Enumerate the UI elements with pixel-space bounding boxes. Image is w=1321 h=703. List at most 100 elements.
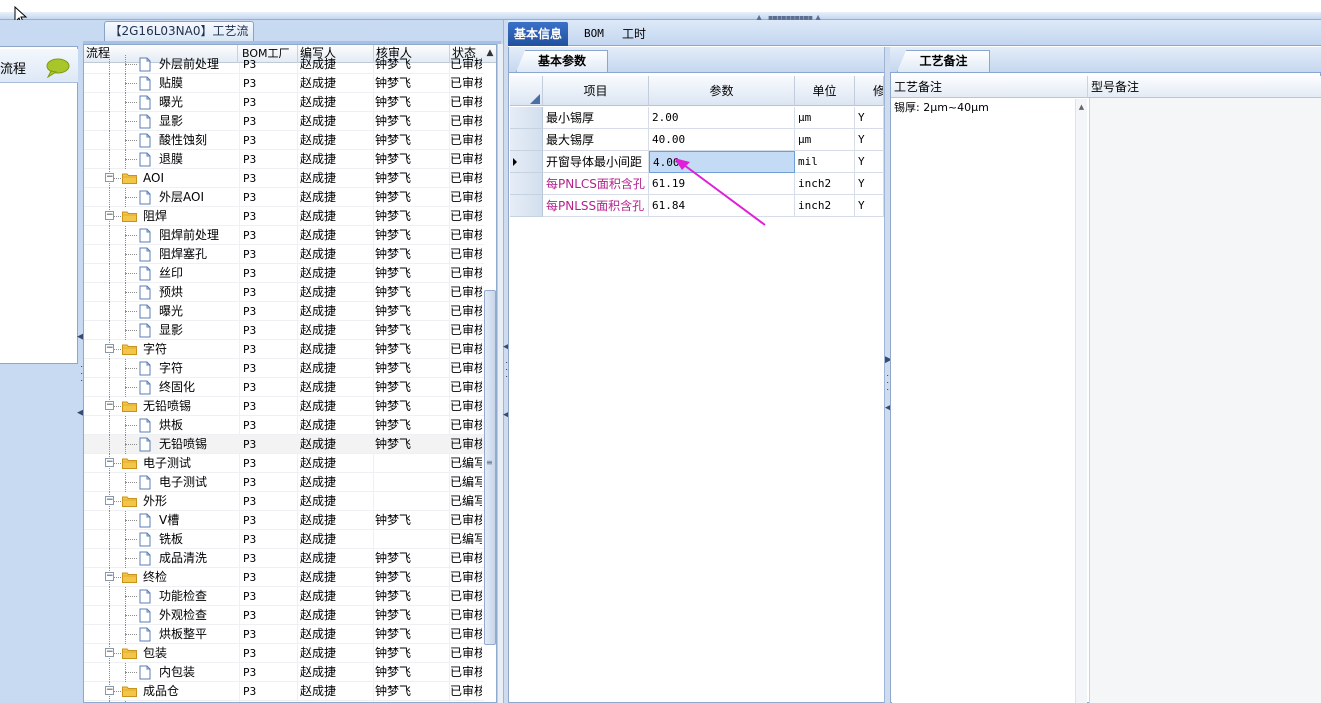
tree-row[interactable]: − 无铅喷锡 P3 赵成捷 钟梦飞 已审核 <box>84 397 484 416</box>
tree-node-label[interactable]: 外观检查 <box>159 606 207 625</box>
tree-node-label[interactable]: 包装 <box>143 644 167 663</box>
tree-node[interactable]: 外层前处理 <box>84 55 238 74</box>
row-indicator[interactable] <box>510 173 543 195</box>
tree-node-label[interactable]: 阻焊前处理 <box>159 226 219 245</box>
param-row[interactable]: 最大锡厚 40.00 μm Y <box>510 129 884 151</box>
tree-node-label[interactable]: 阻焊塞孔 <box>159 245 207 264</box>
tree-node[interactable]: 预烘 <box>84 283 238 302</box>
tree-node-label[interactable]: 电子测试 <box>159 473 207 492</box>
collapse-toggle-icon[interactable]: − <box>105 496 114 505</box>
tree-node-label[interactable]: 无铅喷锡 <box>159 435 207 454</box>
tree-row[interactable]: 铣板 P3 赵成捷 已编写 <box>84 530 484 549</box>
tree-node-label[interactable]: 字符 <box>159 359 183 378</box>
tree-scroll-thumb[interactable]: ≡ <box>484 290 496 645</box>
param-value-cell[interactable]: 40.00 <box>649 129 795 151</box>
collapse-toggle-icon[interactable]: − <box>105 344 114 353</box>
tree-node-label[interactable]: 曝光 <box>159 93 183 112</box>
row-indicator[interactable] <box>510 107 543 129</box>
tree-node-label[interactable]: 终固化 <box>159 378 195 397</box>
tree-row[interactable]: 外层AOI P3 赵成捷 钟梦飞 已审核 <box>84 188 484 207</box>
tab-basic-info[interactable]: 基本信息 <box>508 22 569 46</box>
tree-node-label[interactable]: 外层AOI <box>159 188 204 207</box>
tree-node[interactable]: 阻焊前处理 <box>84 226 238 245</box>
tree-node-label[interactable]: 无铅喷锡 <box>143 397 191 416</box>
tree-node[interactable]: 退膜 <box>84 150 238 169</box>
tree-row[interactable]: − 外形 P3 赵成捷 已编写 <box>84 492 484 511</box>
tree-row[interactable]: 阻焊塞孔 P3 赵成捷 钟梦飞 已审核 <box>84 245 484 264</box>
tree-node-label[interactable]: 预烘 <box>159 283 183 302</box>
collapse-toggle-icon[interactable]: − <box>105 211 114 220</box>
tree-node-label[interactable]: 终检 <box>143 568 167 587</box>
tree-node[interactable]: 显影 <box>84 112 238 131</box>
tree-node-label[interactable]: 显影 <box>159 321 183 340</box>
collapse-toggle-icon[interactable]: − <box>105 173 114 182</box>
tree-row[interactable]: V槽 P3 赵成捷 钟梦飞 已审核 <box>84 511 484 530</box>
tab-bom[interactable]: BOM <box>578 22 610 46</box>
left-nav-flow-label[interactable]: 流程 <box>0 58 26 77</box>
tree-node-label[interactable]: AOI <box>143 169 164 188</box>
tree-row[interactable]: − 包装 P3 赵成捷 钟梦飞 已审核 <box>84 644 484 663</box>
tree-row[interactable]: 烘板 P3 赵成捷 钟梦飞 已审核 <box>84 416 484 435</box>
tree-node-label[interactable]: 外层前处理 <box>159 55 219 74</box>
process-note-scrollbar[interactable]: ▲ <box>1075 99 1087 703</box>
tree-node-label[interactable]: 烘板整平 <box>159 625 207 644</box>
tree-node-label[interactable]: 退膜 <box>159 150 183 169</box>
collapse-toggle-icon[interactable]: − <box>105 572 114 581</box>
param-row[interactable]: 最小锡厚 2.00 μm Y <box>510 107 884 129</box>
process-note-textarea[interactable] <box>892 98 1087 703</box>
tree-row[interactable]: 功能检查 P3 赵成捷 钟梦飞 已审核 <box>84 587 484 606</box>
tree-row[interactable]: 烘板整平 P3 赵成捷 钟梦飞 已审核 <box>84 625 484 644</box>
tree-node-label[interactable]: 电子测试 <box>143 454 191 473</box>
tree-node[interactable]: 贴膜 <box>84 74 238 93</box>
tab-work-hours[interactable]: 工时 <box>616 22 652 46</box>
tree-row[interactable]: 丝印 P3 赵成捷 钟梦飞 已审核 <box>84 264 484 283</box>
tree-node-label[interactable]: V槽 <box>159 511 179 530</box>
tree-node-label[interactable]: 字符 <box>143 340 167 359</box>
tree-row[interactable]: 外观检查 P3 赵成捷 钟梦飞 已审核 <box>84 606 484 625</box>
tree-node[interactable]: 功能检查 <box>84 587 238 606</box>
column-header-item[interactable]: 项目 <box>543 76 649 106</box>
tree-node-label[interactable]: 曝光 <box>159 302 183 321</box>
tree-node-label[interactable]: 阻焊 <box>143 207 167 226</box>
tree-node[interactable]: 阻焊塞孔 <box>84 245 238 264</box>
tree-node-label[interactable]: 外形 <box>143 492 167 511</box>
speech-bubble-icon[interactable] <box>44 58 70 78</box>
tree-node[interactable]: 丝印 <box>84 264 238 283</box>
top-splitter-bar[interactable]: ▲ ▪▪▪▪▪▪▪▪▪▪ ▲ <box>0 12 1321 22</box>
row-indicator[interactable] <box>510 195 543 217</box>
tab-process-notes[interactable]: 工艺备注 <box>897 50 990 72</box>
tree-row[interactable]: 显影 P3 赵成捷 钟梦飞 已审核 <box>84 112 484 131</box>
scroll-up-arrow-icon[interactable]: ▲ <box>485 48 495 58</box>
tree-node[interactable]: 烘板 <box>84 416 238 435</box>
tree-node[interactable]: − 终检 <box>84 568 238 587</box>
tree-node[interactable]: 烘板整平 <box>84 625 238 644</box>
tree-node[interactable]: 曝光 <box>84 302 238 321</box>
tree-row[interactable]: − 阻焊 P3 赵成捷 钟梦飞 已审核 <box>84 207 484 226</box>
tree-row[interactable]: 酸性蚀刻 P3 赵成捷 钟梦飞 已审核 <box>84 131 484 150</box>
tree-node[interactable]: 无铅喷锡 <box>84 435 238 454</box>
tree-node[interactable]: 成品清洗 <box>84 549 238 568</box>
tree-row[interactable]: 终固化 P3 赵成捷 钟梦飞 已审核 <box>84 378 484 397</box>
column-header-unit[interactable]: 单位 <box>795 76 855 106</box>
tree-node-label[interactable]: 功能检查 <box>159 587 207 606</box>
collapse-toggle-icon[interactable]: − <box>105 458 114 467</box>
tree-node[interactable]: − 无铅喷锡 <box>84 397 238 416</box>
scroll-up-arrow-icon[interactable]: ▲ <box>1076 103 1087 111</box>
tree-node[interactable]: 显影 <box>84 321 238 340</box>
tree-row[interactable]: 无铅喷锡 P3 赵成捷 钟梦飞 已审核 <box>84 435 484 454</box>
collapse-toggle-icon[interactable]: − <box>105 401 114 410</box>
tree-node-label[interactable]: 成品仓 <box>143 682 179 701</box>
tree-row[interactable]: − 字符 P3 赵成捷 钟梦飞 已审核 <box>84 340 484 359</box>
process-note-text[interactable]: 锡厚: 2μm~40μm <box>894 99 989 115</box>
row-header-corner[interactable] <box>510 76 543 106</box>
param-value-cell[interactable]: 2.00 <box>649 107 795 129</box>
tree-node[interactable]: − 包装 <box>84 644 238 663</box>
tree-node-label[interactable]: 显影 <box>159 112 183 131</box>
tree-row[interactable]: 外层前处理 P3 赵成捷 钟梦飞 已审核 <box>84 55 484 74</box>
tree-row[interactable]: 显影 P3 赵成捷 钟梦飞 已审核 <box>84 321 484 340</box>
tree-node[interactable]: 外观检查 <box>84 606 238 625</box>
tree-row[interactable]: 预烘 P3 赵成捷 钟梦飞 已审核 <box>84 283 484 302</box>
tree-node[interactable]: 字符 <box>84 359 238 378</box>
model-note-textarea[interactable] <box>1089 98 1321 703</box>
column-header-value[interactable]: 参数 <box>649 76 795 106</box>
